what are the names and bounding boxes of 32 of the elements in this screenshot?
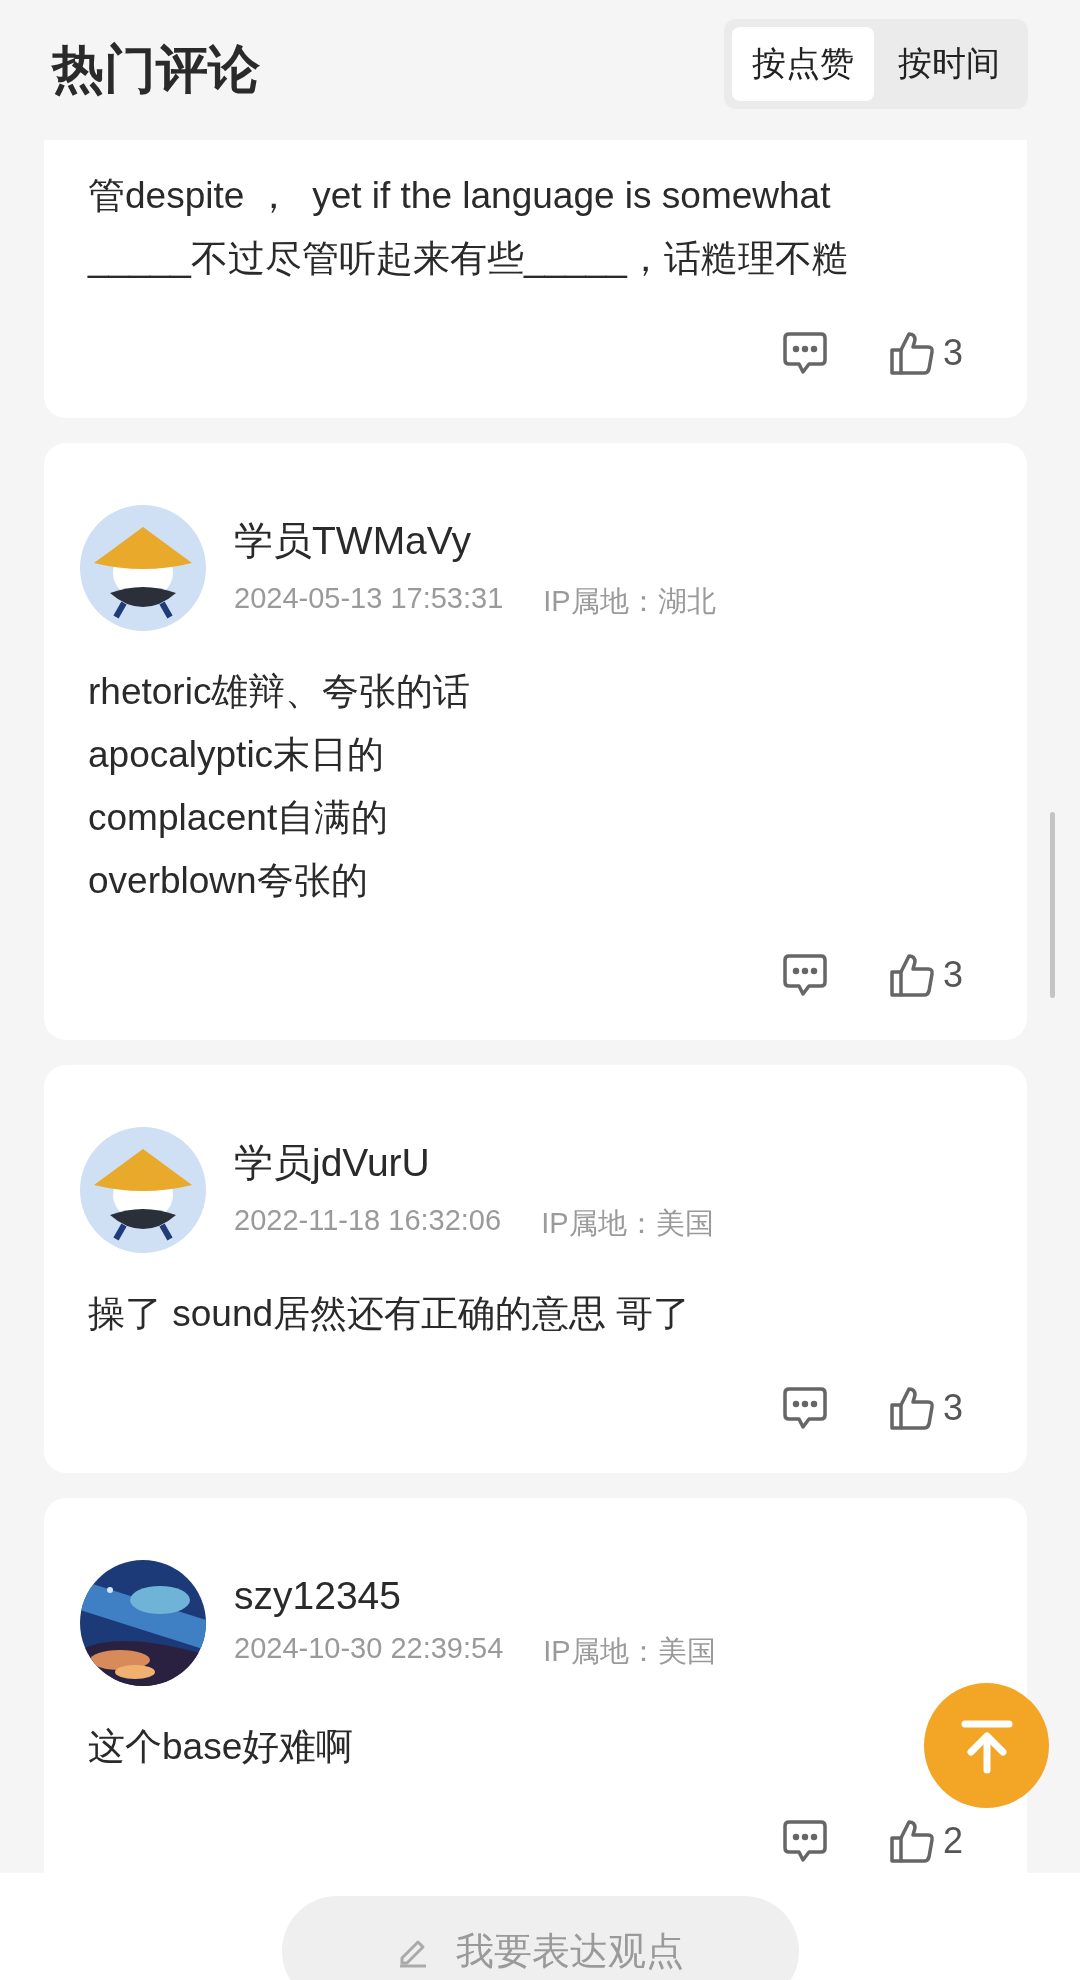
reply-icon[interactable] (780, 952, 829, 998)
thumbs-up-icon (888, 330, 935, 376)
reply-icon[interactable] (780, 330, 829, 376)
username: 学员jdVurU (234, 1140, 431, 1186)
username: szy12345 (234, 1574, 402, 1618)
comment-text: complacent自满的 (88, 796, 390, 840)
timestamp: 2022-11-18 16:32:06 (234, 1204, 502, 1238)
ip-location: IP属地：湖北 (543, 584, 716, 619)
sort-tab[interactable]: 按点赞 (732, 27, 874, 101)
reply-icon[interactable] (780, 1385, 829, 1431)
thumbs-up-icon (888, 1385, 935, 1431)
comment-text: 管despite ， yet if the language is somewhat (88, 174, 832, 218)
like-button[interactable]: 3 (888, 330, 963, 376)
reply-icon[interactable] (780, 1818, 829, 1864)
ip-location: IP属地：美国 (543, 1634, 716, 1669)
sort-tab[interactable]: 按时间 (878, 27, 1020, 101)
timestamp: 2024-05-13 17:53:31 (234, 582, 504, 616)
ip-location: IP属地：美国 (541, 1206, 714, 1241)
like-button[interactable]: 3 (888, 952, 963, 998)
comment-text: rhetoric雄辩、夸张的话 (88, 670, 472, 714)
timestamp: 2024-10-30 22:39:54 (234, 1632, 504, 1666)
like-button[interactable]: 3 (888, 1385, 963, 1431)
section-title: 热门评论 (52, 39, 260, 100)
comment-text: overblown夸张的 (88, 859, 369, 903)
like-button[interactable]: 2 (888, 1818, 963, 1864)
comment-text: _____不过尽管听起来有些_____，话糙理不糙 (88, 237, 850, 281)
comment-text: 操了 sound居然还有正确的意思 哥了 (88, 1292, 692, 1336)
comment-text: 这个base好难啊 (88, 1725, 355, 1769)
username: 学员TWMaVy (234, 518, 472, 564)
comment-text: apocalyptic末日的 (88, 733, 386, 777)
thumbs-up-icon (888, 952, 935, 998)
thumbs-up-icon (888, 1818, 935, 1864)
